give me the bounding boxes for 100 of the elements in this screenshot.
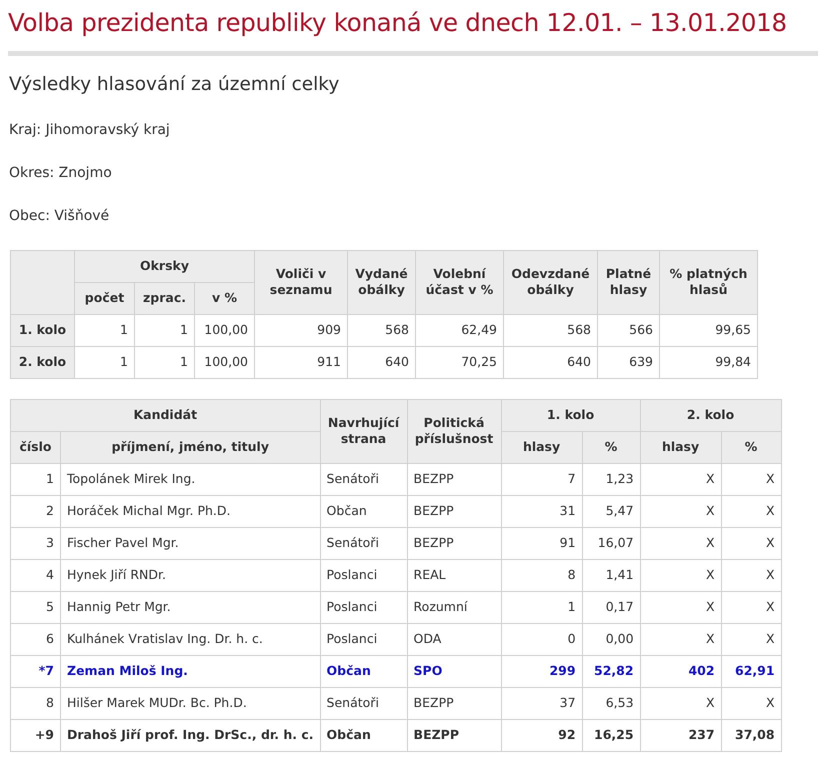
column-header: Navrhující strana bbox=[320, 399, 408, 464]
table-cell: 566 bbox=[598, 314, 660, 346]
table-cell: 640 bbox=[348, 346, 416, 378]
table-cell: X bbox=[640, 591, 722, 624]
column-header: v % bbox=[194, 282, 254, 314]
table-cell: Drahoš Jiří prof. Ing. DrSc., dr. h. c. bbox=[60, 719, 320, 752]
table-cell: 237 bbox=[640, 719, 722, 752]
table-cell: 1 bbox=[10, 463, 60, 496]
table-cell: 37,08 bbox=[721, 719, 782, 752]
table-cell: X bbox=[640, 687, 722, 720]
table-cell: 2 bbox=[10, 495, 60, 528]
table-cell: X bbox=[721, 559, 782, 592]
column-header: hlasy bbox=[501, 431, 582, 464]
table-cell: Občan bbox=[320, 495, 408, 528]
table-cell: Rozumní bbox=[407, 591, 502, 624]
column-header: Platné hlasy bbox=[598, 250, 660, 314]
table-cell: Hannig Petr Mgr. bbox=[60, 591, 320, 624]
info-line: Kraj: Jihomoravský kraj bbox=[9, 120, 171, 140]
table-cell: 37 bbox=[501, 687, 582, 720]
table-cell: 91 bbox=[501, 527, 582, 560]
info-line: Okres: Znojmo bbox=[9, 164, 113, 183]
table-cell: Kulhánek Vratislav Ing. Dr. h. c. bbox=[60, 623, 320, 656]
table-cell: 5,47 bbox=[582, 495, 640, 528]
column-header: Voliči v seznamu bbox=[254, 250, 348, 314]
table-cell: BEZPP bbox=[407, 495, 502, 528]
table-cell: 8 bbox=[10, 687, 60, 720]
table-cell: 1 bbox=[134, 314, 194, 346]
table-cell: +9 bbox=[10, 719, 60, 752]
info-line: Obec: Višňové bbox=[9, 206, 110, 226]
row-header: 1. kolo bbox=[10, 314, 74, 346]
table-cell: 639 bbox=[598, 346, 660, 378]
column-header: % platných hlasů bbox=[660, 250, 758, 314]
table-cell: 3 bbox=[10, 527, 60, 560]
table-cell: 5 bbox=[10, 591, 60, 624]
table-cell: *7 bbox=[10, 655, 60, 688]
column-header: počet bbox=[74, 282, 134, 314]
table-cell: Senátoři bbox=[320, 687, 408, 720]
table-cell: 0,00 bbox=[582, 623, 640, 656]
table-cell: X bbox=[721, 591, 782, 624]
table-cell: 99,65 bbox=[660, 314, 758, 346]
column-header: hlasy bbox=[640, 431, 722, 464]
column-header: číslo bbox=[10, 431, 60, 464]
table-cell: BEZPP bbox=[407, 687, 502, 720]
table-cell: Poslanci bbox=[320, 559, 408, 592]
table-cell: X bbox=[640, 495, 722, 528]
table-cell: 568 bbox=[348, 314, 416, 346]
table-cell: Občan bbox=[320, 719, 408, 752]
table-cell: BEZPP bbox=[407, 719, 502, 752]
table-cell: X bbox=[721, 527, 782, 560]
table-cell: Občan bbox=[320, 655, 408, 688]
table-cell: 99,84 bbox=[660, 346, 758, 378]
table-cell: 1,41 bbox=[582, 559, 640, 592]
table-cell: 100,00 bbox=[194, 346, 254, 378]
table-cell: 92 bbox=[501, 719, 582, 752]
table-cell: 1 bbox=[74, 346, 134, 378]
column-header: % bbox=[582, 431, 640, 464]
table-cell: 100,00 bbox=[194, 314, 254, 346]
table-cell: 640 bbox=[504, 346, 598, 378]
table-cell: Zeman Miloš Ing. bbox=[60, 655, 320, 688]
table-cell: X bbox=[640, 559, 722, 592]
table-cell: X bbox=[640, 623, 722, 656]
table-cell: 16,07 bbox=[582, 527, 640, 560]
table-cell: Senátoři bbox=[320, 463, 408, 496]
table-cell: Horáček Michal Mgr. Ph.D. bbox=[60, 495, 320, 528]
table-cell: BEZPP bbox=[407, 527, 502, 560]
table-cell: 16,25 bbox=[582, 719, 640, 752]
table-cell: Hilšer Marek MUDr. Bc. Ph.D. bbox=[60, 687, 320, 720]
table-cell: 4 bbox=[10, 559, 60, 592]
page-title: Volba prezidenta republiky konaná ve dnech 12.01. – 13.01.2018 bbox=[8, 8, 788, 38]
table-cell: Poslanci bbox=[320, 623, 408, 656]
table-cell: 70,25 bbox=[416, 346, 504, 378]
table-cell: X bbox=[721, 463, 782, 496]
table-cell: 1 bbox=[74, 314, 134, 346]
column-header: Volební účast v % bbox=[416, 250, 504, 314]
table-cell: 31 bbox=[501, 495, 582, 528]
table-cell: X bbox=[721, 495, 782, 528]
table-cell: 402 bbox=[640, 655, 722, 688]
table-cell: 909 bbox=[254, 314, 348, 346]
column-header: zprac. bbox=[134, 282, 194, 314]
table-cell: Topolánek Mirek Ing. bbox=[60, 463, 320, 496]
table-cell: 1,23 bbox=[582, 463, 640, 496]
table-cell: 1 bbox=[501, 591, 582, 624]
table-cell: 6,53 bbox=[582, 687, 640, 720]
table-cell: Fischer Pavel Mgr. bbox=[60, 527, 320, 560]
table-cell: 568 bbox=[504, 314, 598, 346]
table-cell: 62,91 bbox=[721, 655, 782, 688]
table-cell: BEZPP bbox=[407, 463, 502, 496]
row-header: 2. kolo bbox=[10, 346, 74, 378]
table-cell: Senátoři bbox=[320, 527, 408, 560]
table-cell: 1 bbox=[134, 346, 194, 378]
table-cell: SPO bbox=[407, 655, 502, 688]
table-cell: REAL bbox=[407, 559, 502, 592]
table-cell: ODA bbox=[407, 623, 502, 656]
column-header: 1. kolo bbox=[501, 399, 640, 432]
column-header: Vydané obálky bbox=[348, 250, 416, 314]
column-header: 2. kolo bbox=[640, 399, 782, 432]
table-cell: X bbox=[721, 623, 782, 656]
table-cell: 299 bbox=[501, 655, 582, 688]
table-cell: 0,17 bbox=[582, 591, 640, 624]
table-cell: 8 bbox=[501, 559, 582, 592]
